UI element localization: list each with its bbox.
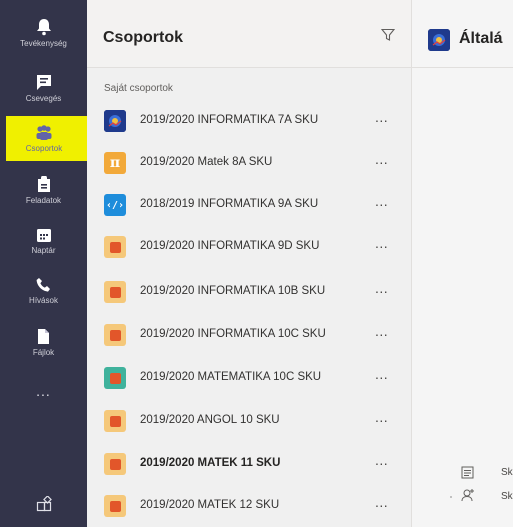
- filter-button[interactable]: [380, 28, 396, 47]
- team-avatar: [104, 495, 126, 517]
- add-member-button[interactable]: [461, 488, 475, 507]
- team-square-icon: [109, 286, 121, 298]
- rail-item-assignments[interactable]: Feladatok: [0, 176, 87, 224]
- pi-icon: π: [109, 155, 121, 171]
- team-avatar: [104, 453, 126, 475]
- more-options-button[interactable]: ...: [375, 280, 388, 296]
- team-square-icon: [109, 372, 121, 384]
- team-avatar: [104, 110, 126, 132]
- team-square-icon: [109, 329, 121, 341]
- team-avatar: ‹/›: [104, 194, 126, 216]
- team-name: 2019/2020 ANGOL 10 SKU: [140, 414, 280, 426]
- rail-item-label: Hívások: [29, 296, 58, 305]
- team-square-icon: [109, 458, 121, 470]
- team-name: 2019/2020 MATEK 12 SKU: [140, 499, 280, 511]
- apps-icon: [36, 496, 52, 512]
- team-row[interactable]: 2019/2020 INFORMATIKA 9D SKU ...: [87, 229, 411, 271]
- team-row[interactable]: 2019/2020 MATEK 11 SKU ...: [87, 446, 411, 488]
- page-title: Csoportok: [103, 29, 183, 46]
- rail-item-chat[interactable]: Csevegés: [0, 74, 87, 122]
- more-apps-button[interactable]: ...: [0, 383, 87, 399]
- team-row[interactable]: 2019/2020 INFORMATIKA 10C SKU ...: [87, 317, 411, 359]
- chat-icon: [36, 75, 51, 90]
- rail-item-files[interactable]: Fájlok: [0, 328, 87, 376]
- pane-text: Sk: [501, 467, 513, 478]
- rail-item-label: Feladatok: [25, 196, 62, 205]
- pane-text: Sk: [501, 491, 513, 502]
- rail-item-calendar[interactable]: Naptár: [0, 228, 87, 276]
- bullet-dot: [450, 496, 452, 498]
- team-avatar: [104, 410, 126, 432]
- team-name: 2019/2020 INFORMATIKA 10B SKU: [140, 285, 326, 297]
- more-options-button[interactable]: ...: [375, 109, 388, 125]
- teams-list-header: Csoportok: [87, 0, 411, 68]
- more-options-button[interactable]: ...: [375, 323, 388, 339]
- assignments-icon: [37, 176, 50, 192]
- team-row[interactable]: 2019/2020 MATEMATIKA 10C SKU ...: [87, 360, 411, 402]
- channel-title: Általá: [459, 30, 503, 47]
- team-avatar: [104, 367, 126, 389]
- more-options-button[interactable]: ...: [375, 151, 388, 167]
- team-photo-icon: [428, 29, 450, 51]
- team-name: 2019/2020 INFORMATIKA 9D SKU: [140, 240, 320, 252]
- rail-item-label: Naptár: [31, 246, 56, 255]
- team-avatar: [104, 281, 126, 303]
- file-icon: [38, 329, 49, 344]
- team-avatar: [104, 236, 126, 258]
- more-options-button[interactable]: ...: [375, 366, 388, 382]
- team-row[interactable]: 2019/2020 INFORMATIKA 7A SKU ...: [87, 103, 411, 145]
- team-square-icon: [109, 241, 121, 253]
- rail-item-label: Tevékenység: [20, 39, 67, 48]
- rail-item-activity[interactable]: Tevékenység: [0, 18, 87, 66]
- team-row[interactable]: 2019/2020 MATEK 12 SKU ...: [87, 488, 411, 527]
- rail-item-teams[interactable]: Csoportok: [6, 116, 94, 161]
- channel-header: Általá: [412, 0, 513, 68]
- rail-item-label: Fájlok: [32, 348, 55, 357]
- filter-icon: [380, 28, 396, 41]
- team-square-icon: [109, 500, 121, 512]
- team-row[interactable]: 2019/2020 INFORMATIKA 10B SKU ...: [87, 274, 411, 316]
- team-name: 2019/2020 MATEK 11 SKU: [140, 457, 281, 469]
- team-name: 2019/2020 INFORMATIKA 7A SKU: [140, 114, 319, 126]
- team-row[interactable]: 2019/2020 ANGOL 10 SKU ...: [87, 403, 411, 445]
- channel-pane: Általá Sk Sk: [411, 0, 513, 527]
- more-options-button[interactable]: ...: [375, 452, 388, 468]
- team-row[interactable]: π 2019/2020 Matek 8A SKU ...: [87, 145, 411, 187]
- team-name: 2019/2020 INFORMATIKA 10C SKU: [140, 328, 326, 340]
- team-name: 2019/2020 Matek 8A SKU: [140, 156, 273, 168]
- phone-icon: [36, 278, 50, 292]
- more-options-button[interactable]: ...: [375, 235, 388, 251]
- section-heading: Saját csoportok: [104, 83, 173, 94]
- calendar-icon: [36, 229, 51, 242]
- team-photo-icon: [104, 110, 126, 132]
- apps-button[interactable]: [0, 496, 87, 512]
- teams-list-panel: Csoportok Saját csoportok 2019/2020 INFO…: [87, 0, 411, 527]
- bell-icon: [36, 19, 51, 36]
- more-options-button[interactable]: ...: [375, 409, 388, 425]
- team-row[interactable]: ‹/› 2018/2019 INFORMATIKA 9A SKU ...: [87, 187, 411, 229]
- more-options-button[interactable]: ...: [375, 494, 388, 510]
- team-avatar: π: [104, 152, 126, 174]
- rail-item-label: Csoportok: [25, 144, 63, 153]
- teams-icon: [36, 125, 52, 140]
- code-icon: ‹/›: [105, 199, 125, 211]
- notes-button[interactable]: [461, 466, 474, 484]
- more-options-button[interactable]: ...: [375, 193, 388, 209]
- team-avatar: [104, 324, 126, 346]
- notes-icon: [461, 466, 474, 479]
- team-name: 2019/2020 MATEMATIKA 10C SKU: [140, 371, 322, 383]
- team-avatar: [428, 29, 450, 51]
- rail-item-label: Csevegés: [25, 94, 62, 103]
- team-name: 2018/2019 INFORMATIKA 9A SKU: [140, 198, 319, 210]
- app-rail: Tevékenység Csevegés Csoportok Feladatok…: [0, 0, 94, 527]
- rail-item-calls[interactable]: Hívások: [0, 277, 87, 325]
- add-person-icon: [461, 489, 474, 502]
- team-square-icon: [109, 415, 121, 427]
